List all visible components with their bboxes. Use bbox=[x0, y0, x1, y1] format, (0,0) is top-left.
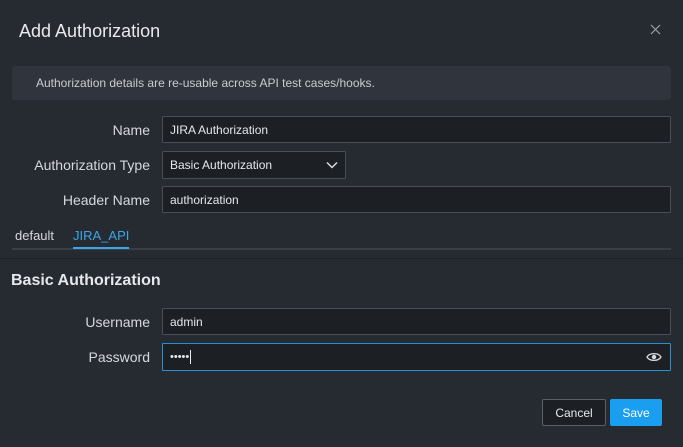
password-input[interactable]: ••••• bbox=[162, 343, 671, 371]
close-icon bbox=[650, 24, 660, 34]
chevron-down-icon bbox=[326, 161, 338, 169]
header-name-input-value: authorization bbox=[170, 192, 239, 207]
section-divider bbox=[0, 258, 683, 259]
toggle-password-visibility[interactable] bbox=[646, 350, 662, 364]
section-title: Basic Authorization bbox=[11, 272, 161, 289]
cancel-button[interactable]: Cancel bbox=[542, 399, 606, 426]
username-input[interactable]: admin bbox=[162, 308, 671, 335]
name-label: Name bbox=[112, 122, 150, 138]
header-name-label: Header Name bbox=[62, 192, 150, 208]
auth-type-selected: Basic Authorization bbox=[170, 158, 273, 172]
dialog-title: Add Authorization bbox=[19, 21, 161, 41]
name-input[interactable]: JIRA Authorization bbox=[162, 116, 671, 143]
close-button[interactable] bbox=[645, 19, 665, 39]
header-name-input[interactable]: authorization bbox=[162, 186, 671, 213]
add-authorization-dialog: Add Authorization Authorization details … bbox=[0, 0, 683, 447]
password-masked-value: ••••• bbox=[170, 351, 190, 363]
info-text: Authorization details are re-usable acro… bbox=[36, 76, 375, 90]
save-button[interactable]: Save bbox=[610, 399, 662, 426]
auth-type-label: Authorization Type bbox=[34, 157, 150, 173]
tab-default[interactable]: default bbox=[15, 228, 54, 247]
tab-jira-api[interactable]: JIRA_API bbox=[73, 228, 130, 249]
environment-tabs: default JIRA_API bbox=[12, 224, 671, 250]
name-input-value: JIRA Authorization bbox=[170, 122, 269, 137]
password-label: Password bbox=[88, 349, 150, 365]
eye-icon bbox=[646, 352, 662, 362]
info-banner: Authorization details are re-usable acro… bbox=[12, 66, 671, 100]
username-input-value: admin bbox=[170, 314, 203, 329]
username-label: Username bbox=[85, 314, 150, 330]
auth-type-select[interactable]: Basic Authorization bbox=[162, 151, 346, 179]
text-caret bbox=[190, 350, 192, 364]
